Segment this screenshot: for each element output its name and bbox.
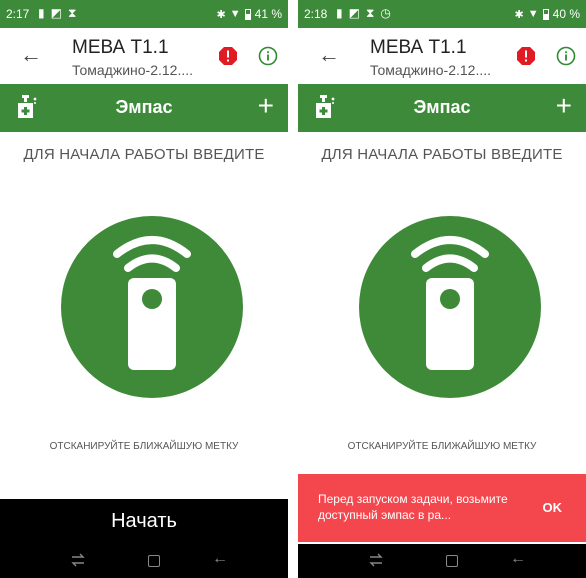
alert-octagon-icon[interactable] <box>516 46 536 66</box>
page-subtitle: Томаджино-2.12.... <box>370 62 491 78</box>
bluetooth-icon: ✱ <box>216 8 226 21</box>
recent-apps-icon[interactable] <box>70 553 86 567</box>
sim-icon: ▮ <box>336 6 343 20</box>
wifi-icon: ▼ <box>229 8 241 20</box>
home-icon[interactable] <box>148 555 160 567</box>
page-title: МЕВА Т1.1 <box>72 37 169 58</box>
status-time: 2:17 <box>6 7 30 21</box>
toolbar-title: Эмпас <box>115 97 173 117</box>
alert-octagon-icon[interactable] <box>218 46 238 66</box>
toolbar: Эмпас + <box>298 84 586 132</box>
start-prompt: ДЛЯ НАЧАЛА РАБОТЫ ВВЕДИТЕ <box>321 146 563 163</box>
nav-back-icon[interactable]: ← <box>212 550 228 568</box>
app-bar: ← МЕВА Т1.1 Томаджино-2.12.... <box>298 28 586 84</box>
back-arrow-icon[interactable]: ← <box>20 42 42 68</box>
wifi-icon: ▼ <box>527 8 539 20</box>
page-subtitle: Томаджино-2.12.... <box>72 62 193 78</box>
status-bar: 2:17 ▮ ◩ ⧗ ✱ ▼ 41 % <box>0 0 288 28</box>
start-button[interactable]: Начать <box>0 499 288 544</box>
divider <box>288 0 298 578</box>
nav-back-icon[interactable]: ← <box>510 550 526 568</box>
right-phone-screen: 2:18 ▮ ◩ ⧗ ◷ ✱ ▼ 40 % ← МЕВА Т1.1 Томадж… <box>298 0 586 578</box>
status-time: 2:18 <box>304 7 328 21</box>
scan-tag-button[interactable] <box>61 216 243 398</box>
status-bar: 2:18 ▮ ◩ ⧗ ◷ ✱ ▼ 40 % <box>298 0 586 28</box>
sim-icon: ▮ <box>38 6 45 20</box>
navigation-bar: ← <box>0 544 288 578</box>
info-icon[interactable] <box>258 46 278 66</box>
page-title: МЕВА Т1.1 <box>370 37 467 58</box>
hourglass-icon: ⧗ <box>67 6 77 20</box>
toolbar-title: Эмпас <box>413 97 471 117</box>
rfid-tag-icon <box>113 236 191 370</box>
nfc-icon: ◩ <box>348 6 360 20</box>
scan-instruction: ОТСКАНИРУЙТЕ БЛИЖАЙШУЮ МЕТКУ <box>347 441 537 452</box>
toolbar: Эмпас + <box>0 84 288 132</box>
snackbar-ok-button[interactable]: OK <box>543 500 563 515</box>
scan-tag-button[interactable] <box>359 216 541 398</box>
scan-instruction: ОТСКАНИРУЙТЕ БЛИЖАЙШУЮ МЕТКУ <box>49 441 239 452</box>
add-button[interactable]: + <box>258 90 274 122</box>
start-prompt: ДЛЯ НАЧАЛА РАБОТЫ ВВЕДИТЕ <box>23 146 265 163</box>
battery-icon <box>542 8 549 20</box>
app-bar: ← МЕВА Т1.1 Томаджино-2.12.... <box>0 28 288 84</box>
battery-percent: 40 % <box>552 7 580 21</box>
info-icon[interactable] <box>556 46 576 66</box>
home-icon[interactable] <box>446 555 458 567</box>
snackbar: Перед запуском задачи, возьмите доступны… <box>298 474 586 542</box>
hourglass-icon: ⧗ <box>365 6 375 20</box>
navigation-bar: ← <box>298 544 586 578</box>
left-phone-screen: 2:17 ▮ ◩ ⧗ ✱ ▼ 41 % ← МЕВА Т1.1 Томаджин… <box>0 0 288 578</box>
recent-apps-icon[interactable] <box>368 553 384 567</box>
add-button[interactable]: + <box>556 90 572 122</box>
back-arrow-icon[interactable]: ← <box>318 42 340 68</box>
nfc-icon: ◩ <box>50 6 62 20</box>
phone-icon: ◷ <box>380 6 391 20</box>
battery-percent: 41 % <box>254 7 282 21</box>
bluetooth-icon: ✱ <box>514 8 524 21</box>
snackbar-message: Перед запуском задачи, возьмите доступны… <box>318 492 508 522</box>
rfid-tag-icon <box>411 236 489 370</box>
battery-icon <box>244 8 251 20</box>
